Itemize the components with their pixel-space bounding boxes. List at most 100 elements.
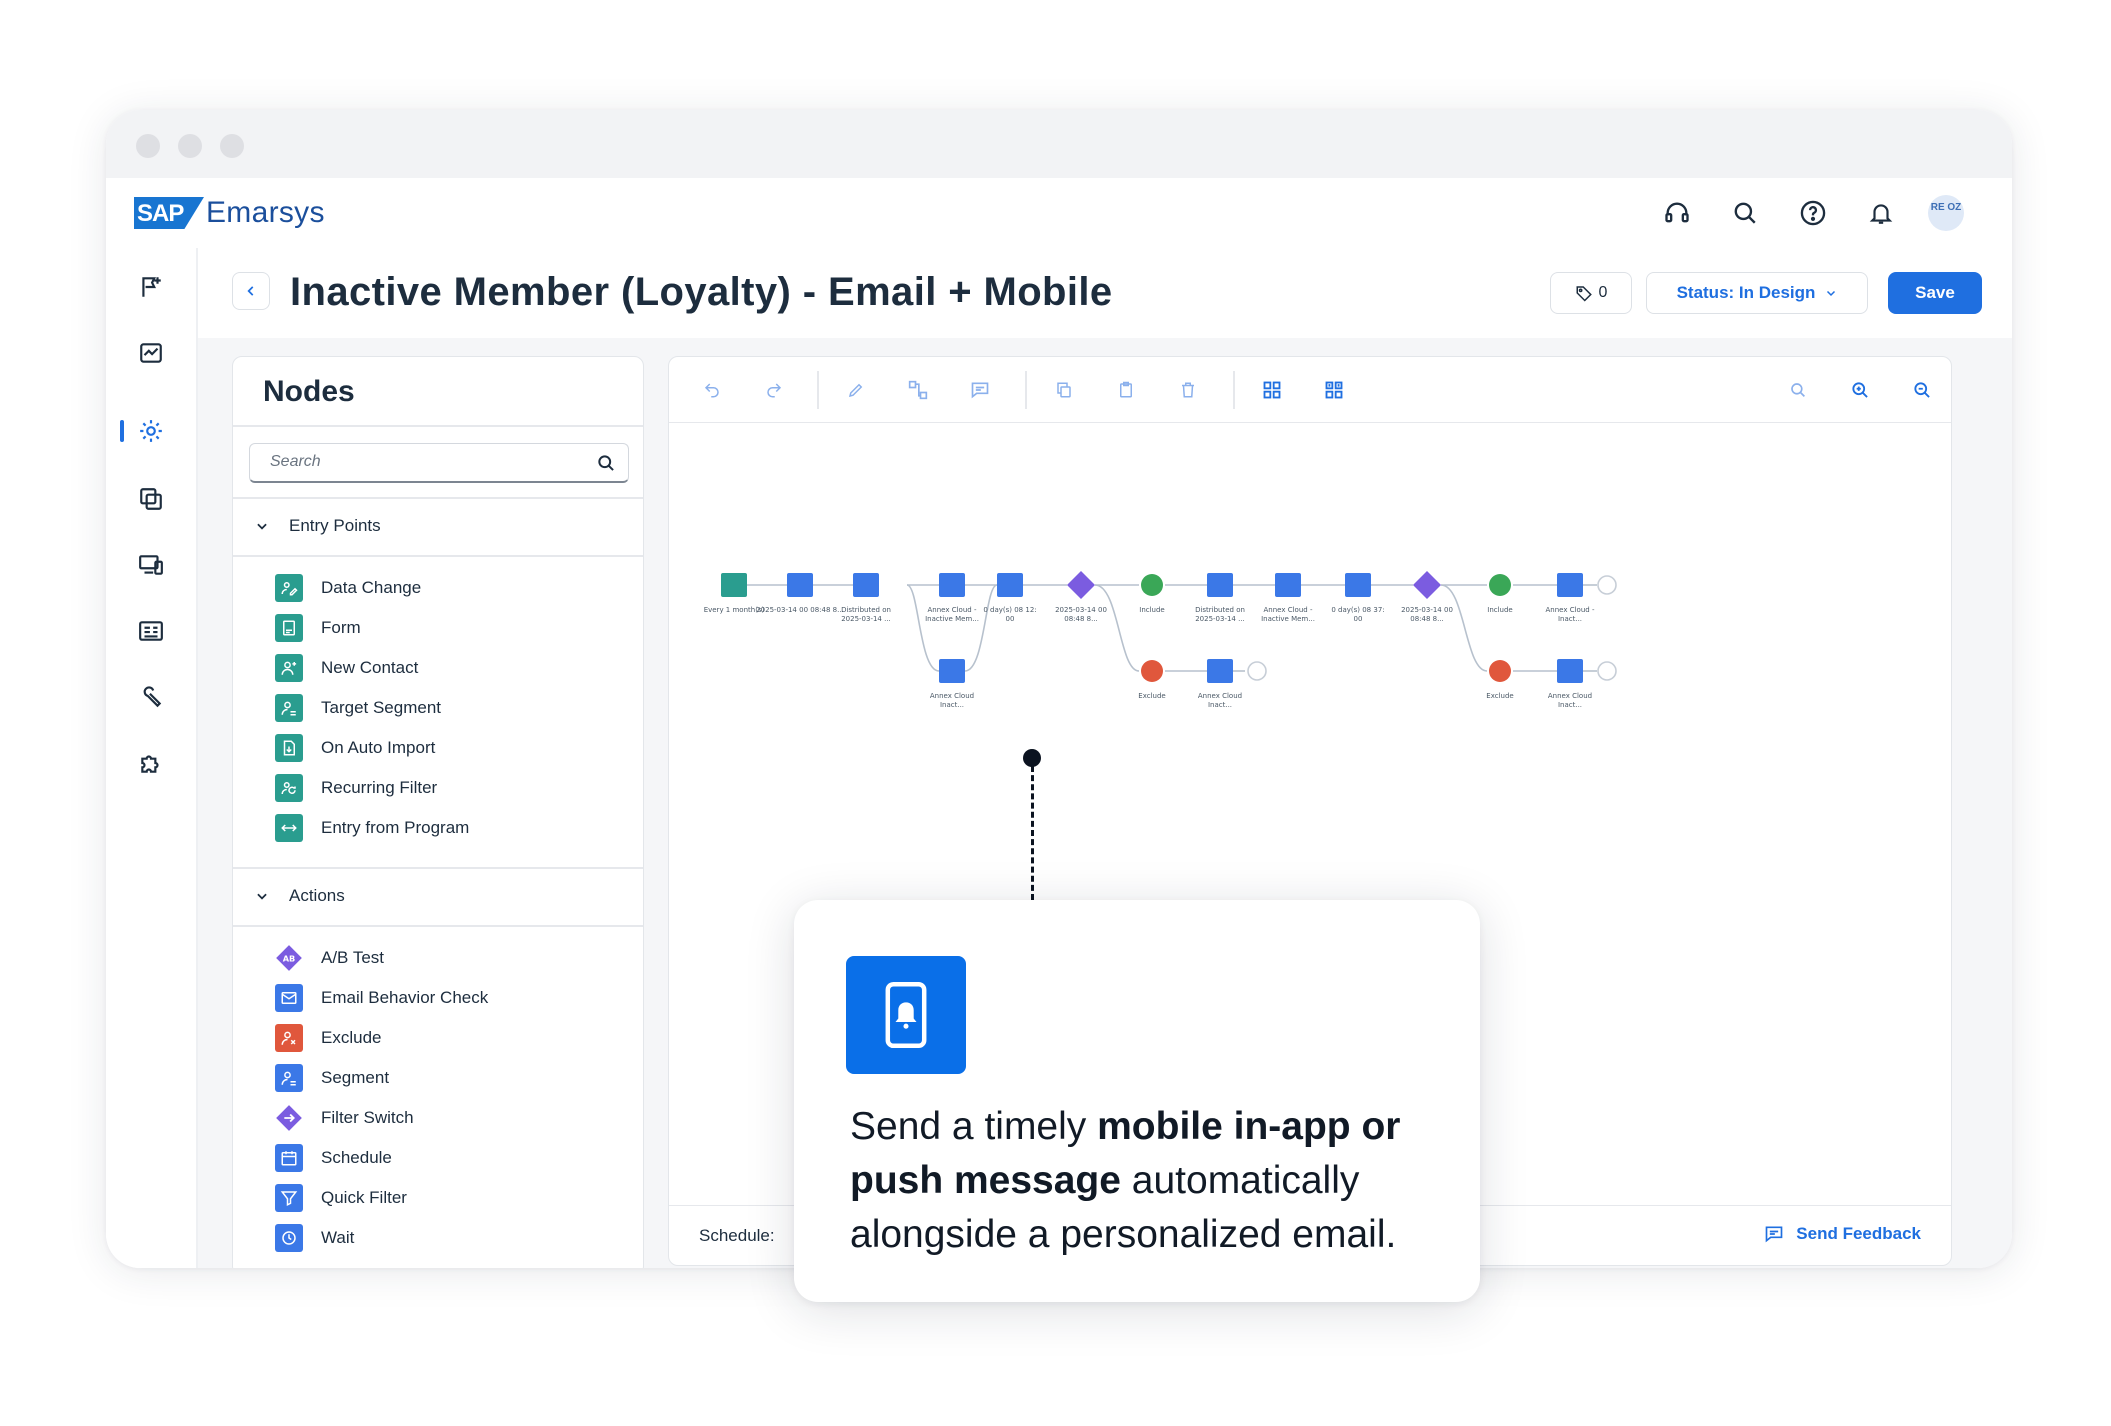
node-quick-filter[interactable]: Quick Filter [275, 1183, 407, 1213]
flow-labels: Every 1 month(s) 2025-03-14 00 08:48 8..… [704, 606, 1595, 709]
node-form[interactable]: Form [275, 613, 361, 643]
flow-node-label: Distributed on [841, 606, 891, 614]
devices-icon[interactable] [134, 548, 168, 582]
node-segment[interactable]: Segment [275, 1063, 389, 1093]
callout-text-part: Send a timely [850, 1105, 1098, 1148]
svg-text:AB: AB [283, 954, 296, 964]
search-icon[interactable] [1730, 198, 1760, 228]
edit-icon[interactable] [843, 377, 869, 403]
filter-switch-node[interactable] [1413, 571, 1441, 599]
redo-icon[interactable] [761, 377, 787, 403]
divider [233, 555, 643, 557]
segment-node[interactable] [787, 573, 813, 597]
automation-icon[interactable] [134, 414, 168, 448]
node-search[interactable] [249, 443, 629, 483]
window-minimize-dot[interactable] [178, 134, 202, 158]
help-icon[interactable] [1798, 198, 1828, 228]
undo-icon[interactable] [699, 377, 725, 403]
window-close-dot[interactable] [136, 134, 160, 158]
node-label: Filter Switch [321, 1108, 414, 1127]
node-on-auto-import[interactable]: On Auto Import [275, 733, 435, 763]
end-node[interactable] [1597, 661, 1617, 681]
headset-icon[interactable] [1662, 198, 1692, 228]
search-icon[interactable] [596, 453, 616, 473]
node-filter-switch[interactable]: Filter Switch [275, 1103, 414, 1133]
wait-node[interactable] [997, 573, 1023, 597]
contact-card-icon[interactable] [134, 614, 168, 648]
callout-pin-line [1031, 766, 1034, 900]
node-new-contact[interactable]: New Contact [275, 653, 418, 683]
status-dropdown[interactable]: Status: In Design [1646, 272, 1868, 314]
include-node[interactable] [1489, 574, 1511, 596]
zoom-out-icon[interactable] [1909, 377, 1935, 403]
node-label: Schedule [321, 1148, 392, 1167]
node-label: Segment [321, 1068, 390, 1087]
node-recurring-filter[interactable]: Recurring Filter [275, 773, 437, 803]
flow-node-label: Exclude [1486, 692, 1513, 700]
flow-node-label: Inact... [1558, 615, 1582, 623]
bell-icon[interactable] [1866, 198, 1896, 228]
flow-node-label: Annex Cloud [1548, 692, 1592, 700]
flow-node-label: 2025-03-14 ... [841, 615, 891, 623]
analytics-icon[interactable] [134, 336, 168, 370]
mobile-node[interactable] [939, 659, 965, 683]
wrench-icon[interactable] [134, 680, 168, 714]
node-entry-from-program[interactable]: Entry from Program [275, 813, 469, 843]
section-actions[interactable]: Actions [233, 867, 643, 925]
search-icon[interactable] [1785, 377, 1811, 403]
flow-node-label: Inactive Mem... [1261, 615, 1315, 623]
node-target-segment[interactable]: Target Segment [275, 693, 441, 723]
puzzle-icon[interactable] [134, 746, 168, 780]
schedule-icon [275, 1144, 303, 1172]
node-search-input[interactable] [250, 444, 580, 480]
user-avatar[interactable]: RE OZ [1928, 195, 1964, 231]
paste-icon[interactable] [1113, 377, 1139, 403]
node-ab-test[interactable]: AB A/B Test [275, 943, 384, 973]
entry-from-program-icon [275, 814, 303, 842]
flow-node-label: Inactive Mem... [925, 615, 979, 623]
email-behavior-icon [275, 984, 303, 1012]
node-schedule[interactable]: Schedule [275, 1143, 392, 1173]
end-node[interactable] [1597, 575, 1617, 595]
section-entry-points[interactable]: Entry Points [233, 497, 643, 555]
email-node[interactable] [853, 573, 879, 597]
copy-icon[interactable] [1051, 377, 1077, 403]
exclude-node[interactable] [1141, 660, 1163, 682]
save-button[interactable]: Save [1888, 272, 1982, 314]
filter-switch-icon [275, 1104, 303, 1132]
tag-button[interactable]: 0 [1550, 272, 1632, 314]
email-node[interactable] [939, 573, 965, 597]
include-node[interactable] [1141, 574, 1163, 596]
flow-node-label: Inact... [1208, 701, 1232, 709]
comment-icon[interactable] [967, 377, 993, 403]
node-wait[interactable]: Wait [275, 1223, 354, 1253]
node-exclude[interactable]: Exclude [275, 1023, 381, 1053]
delete-icon[interactable] [1175, 377, 1201, 403]
canvas-toolbar [669, 357, 1951, 423]
flow-node-label: Annex Cloud - [1546, 606, 1595, 614]
zoom-in-icon[interactable] [1847, 377, 1873, 403]
email-node[interactable] [1275, 573, 1301, 597]
send-feedback-link[interactable]: Send Feedback [1764, 1224, 1921, 1244]
back-button[interactable] [232, 272, 270, 310]
window-maximize-dot[interactable] [220, 134, 244, 158]
push-node[interactable] [1557, 659, 1583, 683]
wait-node[interactable] [1345, 573, 1371, 597]
bookmark-flag-icon[interactable] [134, 270, 168, 304]
gallery-icon[interactable] [134, 482, 168, 516]
push-node[interactable] [1207, 659, 1233, 683]
connect-icon[interactable] [905, 377, 931, 403]
node-email-behavior-check[interactable]: Email Behavior Check [275, 983, 488, 1013]
end-node[interactable] [1247, 661, 1267, 681]
node-label: Wait [321, 1228, 355, 1247]
collapse-icon[interactable] [1321, 377, 1347, 403]
exclude-node[interactable] [1489, 660, 1511, 682]
wait-icon [275, 1224, 303, 1252]
filter-switch-node[interactable] [1067, 571, 1095, 599]
email-node[interactable] [1207, 573, 1233, 597]
node-data-change[interactable]: Data Change [275, 573, 421, 603]
sap-emarsys-logo[interactable]: SAP Emarsys [134, 192, 325, 234]
expand-icon[interactable] [1259, 377, 1285, 403]
entry-node[interactable] [721, 573, 747, 597]
push-node[interactable] [1557, 573, 1583, 597]
